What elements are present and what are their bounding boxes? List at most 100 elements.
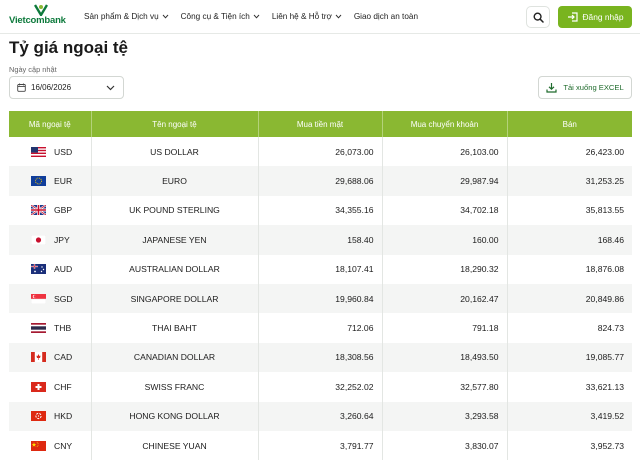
nav-item-label: Giao dịch an toàn xyxy=(353,12,418,21)
sell-rate: 3,419.52 xyxy=(507,401,632,431)
column-header-transfer-buy: Mua chuyển khoản xyxy=(382,111,508,137)
column-header-sell: Bán xyxy=(507,111,632,137)
chevron-down-icon xyxy=(106,85,115,91)
transfer-buy-rate: 791.18 xyxy=(382,313,508,343)
transfer-buy-rate: 160.00 xyxy=(382,225,508,255)
table-row: SGD SINGAPORE DOLLAR 19,960.84 20,162.47… xyxy=(9,283,632,314)
currency-code: JPY xyxy=(54,234,70,245)
nav-item-label: Sản phẩm & Dịch vụ xyxy=(84,12,159,21)
currency-name: US DOLLAR xyxy=(91,137,259,167)
transfer-buy-rate: 32,577.80 xyxy=(382,372,508,402)
date-label: Ngày cập nhật xyxy=(9,65,57,74)
vietcombank-logo[interactable]: Vietcombank xyxy=(9,4,73,28)
th-flag-icon xyxy=(31,323,46,334)
transfer-buy-rate: 20,162.47 xyxy=(382,283,508,314)
table-row: JPY JAPANESE YEN 158.40 160.00 168.46 xyxy=(9,225,632,255)
table-row: CHF SWISS FRANC 32,252.02 32,577.80 33,6… xyxy=(9,372,632,402)
chevron-down-icon xyxy=(253,14,260,19)
transfer-buy-rate: 26,103.00 xyxy=(382,137,508,167)
transfer-buy-rate: 3,830.07 xyxy=(382,430,508,461)
cn-flag-icon xyxy=(31,440,46,451)
currency-code: CAD xyxy=(54,352,73,363)
sg-flag-icon xyxy=(31,293,46,304)
currency-code: THB xyxy=(54,323,72,334)
currency-code: AUD xyxy=(54,264,73,275)
sell-rate: 824.73 xyxy=(507,313,632,343)
nav-item-safe-transactions[interactable]: Giao dịch an toàn xyxy=(354,12,418,21)
nav-item-label: Công cụ & Tiện ích xyxy=(180,12,250,21)
sell-rate: 20,849.86 xyxy=(507,283,632,314)
table-row: THB THAI BAHT 712.06 791.18 824.73 xyxy=(9,313,632,343)
currency-name: EURO xyxy=(91,166,259,196)
column-header-name: Tên ngoại tệ xyxy=(91,111,259,137)
sell-rate: 26,423.00 xyxy=(507,137,632,167)
currency-name: CHINESE YUAN xyxy=(91,430,259,461)
table-row: GBP UK POUND STERLING 34,355.16 34,702.1… xyxy=(9,195,632,226)
login-label: Đăng nhập xyxy=(582,12,624,22)
cash-buy-rate: 26,073.00 xyxy=(258,137,383,167)
currency-name: SWISS FRANC xyxy=(91,372,259,402)
nav-item-contact[interactable]: Liên hệ & Hỗ trợ xyxy=(272,12,342,21)
top-header: Vietcombank Sản phẩm & Dịch vụ Công cụ &… xyxy=(0,0,640,34)
sell-rate: 168.46 xyxy=(507,225,632,255)
table-row: CNY CHINESE YUAN 3,791.77 3,830.07 3,952… xyxy=(9,430,632,461)
chevron-down-icon xyxy=(335,14,342,19)
page-title: Tỷ giá ngoại tệ xyxy=(9,38,129,57)
table-row: USD US DOLLAR 26,073.00 26,103.00 26,423… xyxy=(9,137,632,167)
currency-code: SGD xyxy=(54,293,73,304)
currency-name: UK POUND STERLING xyxy=(91,195,259,226)
brand-name: Vietcombank xyxy=(9,15,66,26)
sell-rate: 31,253.25 xyxy=(507,166,632,196)
currency-code: CHF xyxy=(54,381,72,392)
calendar-icon xyxy=(17,83,26,92)
currency-name: HONG KONG DOLLAR xyxy=(91,401,259,431)
cash-buy-rate: 29,688.06 xyxy=(258,166,383,196)
exchange-rate-table: Mã ngoại tệ Tên ngoại tệ Mua tiền mặt Mu… xyxy=(9,111,632,461)
currency-name: AUSTRALIAN DOLLAR xyxy=(91,254,259,284)
cash-buy-rate: 18,308.56 xyxy=(258,342,383,373)
sell-rate: 3,952.73 xyxy=(507,430,632,461)
search-icon xyxy=(532,11,544,23)
download-excel-label: Tải xuống EXCEL xyxy=(563,83,624,92)
ca-flag-icon xyxy=(31,352,46,363)
transfer-buy-rate: 34,702.18 xyxy=(382,195,508,226)
currency-name: THAI BAHT xyxy=(91,313,259,343)
currency-code: GBP xyxy=(54,205,73,216)
nav-item-tools[interactable]: Công cụ & Tiện ích xyxy=(181,12,260,21)
cash-buy-rate: 32,252.02 xyxy=(258,372,383,402)
main-nav: Sản phẩm & Dịch vụ Công cụ & Tiện ích Li… xyxy=(84,12,418,21)
search-button[interactable] xyxy=(526,6,550,28)
date-value: 16/06/2026 xyxy=(31,83,72,92)
cash-buy-rate: 3,791.77 xyxy=(258,430,383,461)
column-header-code: Mã ngoại tệ xyxy=(9,111,92,137)
table-row: CAD CANADIAN DOLLAR 18,308.56 18,493.50 … xyxy=(9,342,632,373)
login-button[interactable]: Đăng nhập xyxy=(558,6,632,28)
transfer-buy-rate: 18,290.32 xyxy=(382,254,508,284)
currency-code: HKD xyxy=(54,411,73,422)
currency-name: CANADIAN DOLLAR xyxy=(91,342,259,373)
currency-name: SINGAPORE DOLLAR xyxy=(91,283,259,314)
login-icon xyxy=(567,12,578,22)
transfer-buy-rate: 3,293.58 xyxy=(382,401,508,431)
jp-flag-icon xyxy=(31,234,46,245)
table-row: AUD AUSTRALIAN DOLLAR 18,107.41 18,290.3… xyxy=(9,254,632,284)
currency-code: EUR xyxy=(54,176,73,187)
table-row: HKD HONG KONG DOLLAR 3,260.64 3,293.58 3… xyxy=(9,401,632,431)
cash-buy-rate: 712.06 xyxy=(258,313,383,343)
transfer-buy-rate: 29,987.94 xyxy=(382,166,508,196)
date-picker[interactable]: 16/06/2026 xyxy=(9,76,124,99)
download-excel-button[interactable]: Tải xuống EXCEL xyxy=(538,76,632,99)
ch-flag-icon xyxy=(31,381,46,392)
download-icon xyxy=(546,83,557,93)
us-flag-icon xyxy=(31,146,46,157)
cash-buy-rate: 158.40 xyxy=(258,225,383,255)
currency-code: CNY xyxy=(54,440,73,451)
sell-rate: 33,621.13 xyxy=(507,372,632,402)
eu-flag-icon xyxy=(31,176,46,187)
au-flag-icon xyxy=(31,264,46,275)
transfer-buy-rate: 18,493.50 xyxy=(382,342,508,373)
cash-buy-rate: 19,960.84 xyxy=(258,283,383,314)
column-header-cash-buy: Mua tiền mặt xyxy=(258,111,383,137)
nav-item-label: Liên hệ & Hỗ trợ xyxy=(271,12,332,21)
nav-item-products[interactable]: Sản phẩm & Dịch vụ xyxy=(84,12,169,21)
